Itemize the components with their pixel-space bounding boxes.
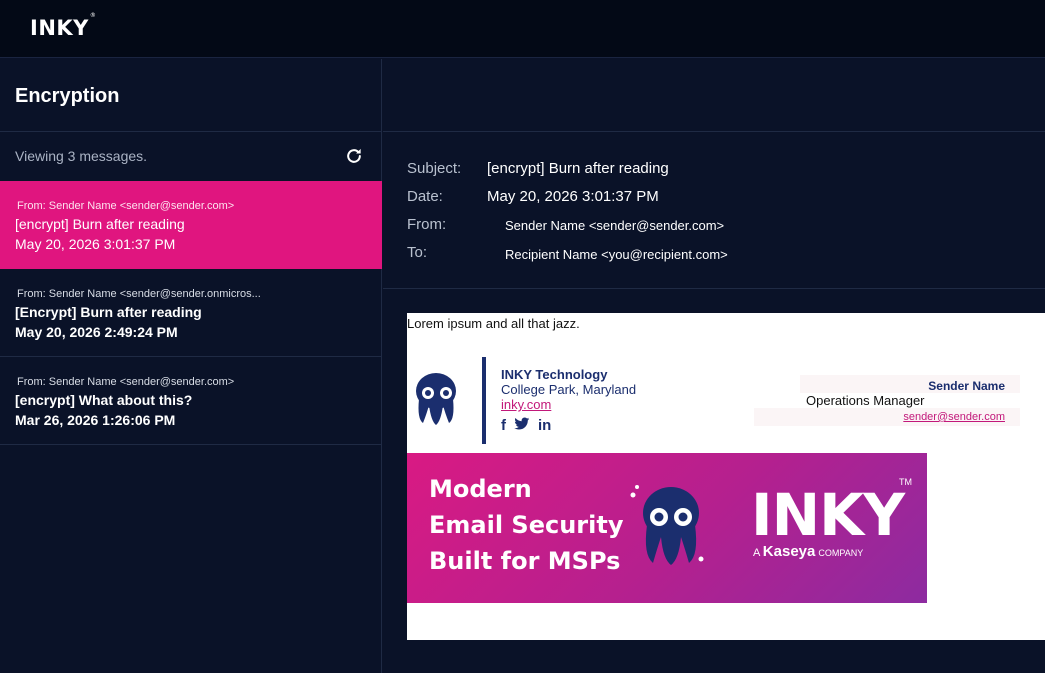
subject-label: Subject: [407, 160, 462, 177]
page-title: Encryption [15, 85, 120, 107]
message-date: Mar 26, 2026 1:26:06 PM [15, 412, 176, 428]
message-date: May 20, 2026 2:49:24 PM [15, 324, 178, 340]
panel-header: Encryption [0, 59, 382, 132]
banner-line-2: Email Security [429, 511, 624, 539]
message-from: From: Sender Name <sender@sender.com> [17, 376, 235, 388]
list-item[interactable]: From: Sender Name <sender@sender.com> [e… [0, 181, 382, 269]
list-item[interactable]: From: Sender Name <sender@sender.com> [e… [0, 357, 382, 445]
banner-line-1: Modern [429, 475, 532, 503]
banner-kaseya: A Kaseya COMPANY [753, 543, 863, 560]
message-from: From: Sender Name <sender@sender.com> [17, 200, 235, 212]
message-date: May 20, 2026 3:01:37 PM [15, 236, 176, 252]
facebook-icon[interactable]: f [501, 417, 506, 435]
banner-tm: TM [899, 477, 912, 487]
twitter-icon[interactable] [514, 417, 530, 435]
email-body: Lorem ipsum and all that jazz. INKY Tech… [407, 313, 1045, 640]
registered-mark: ® [89, 12, 97, 19]
promo-banner[interactable]: Modern Email Security Built for MSPs INK… [407, 453, 927, 603]
from-label: From: [407, 216, 447, 233]
message-list-panel: Encryption Viewing 3 messages. From: Sen… [0, 59, 382, 673]
message-count: Viewing 3 messages. [15, 148, 148, 164]
message-from: From: Sender Name <sender@sender.onmicro… [17, 288, 261, 300]
detail-header [383, 59, 1045, 132]
logo-text: INKY [30, 16, 89, 40]
from-value: Sender Name <sender@sender.com> [505, 218, 725, 233]
banner-brand: INKY [751, 481, 905, 549]
message-detail-panel: Subject: [encrypt] Burn after reading Da… [383, 59, 1045, 673]
list-item[interactable]: From: Sender Name <sender@sender.onmicro… [0, 269, 382, 357]
octopus-mascot-icon [630, 485, 704, 565]
message-subject: [encrypt] Burn after reading [15, 216, 185, 232]
top-bar: INKY® [0, 0, 1045, 58]
message-subject: [Encrypt] Burn after reading [15, 304, 202, 320]
date-label: Date: [407, 188, 443, 205]
refresh-icon[interactable] [344, 146, 364, 166]
to-label: To: [407, 244, 428, 261]
email-text: Lorem ipsum and all that jazz. [407, 316, 580, 331]
banner-line-3: Built for MSPs [429, 547, 621, 575]
signature-link[interactable]: inky.com [501, 397, 551, 412]
banner-sub-a: A [753, 547, 760, 559]
banner-kaseya-word: Kaseya [762, 543, 816, 560]
signature-company: INKY Technology [501, 367, 608, 382]
signature-divider [482, 357, 486, 444]
signature-name: Sender Name [928, 379, 1005, 393]
social-links: f in [501, 417, 551, 435]
to-value: Recipient Name <you@recipient.com> [505, 247, 728, 262]
date-value: May 20, 2026 3:01:37 PM [487, 188, 659, 205]
signature-email[interactable]: sender@sender.com [903, 411, 1005, 423]
subject-value: [encrypt] Burn after reading [487, 160, 669, 177]
inky-logo[interactable]: INKY® [30, 12, 96, 40]
signature-title: Operations Manager [806, 393, 925, 408]
banner-company: COMPANY [818, 548, 864, 558]
linkedin-icon[interactable]: in [538, 417, 551, 435]
signature-city: College Park, Maryland [501, 382, 637, 397]
octopus-logo-icon [416, 373, 456, 425]
message-headers: Subject: [encrypt] Burn after reading Da… [383, 132, 1045, 289]
message-subject: [encrypt] What about this? [15, 392, 193, 408]
